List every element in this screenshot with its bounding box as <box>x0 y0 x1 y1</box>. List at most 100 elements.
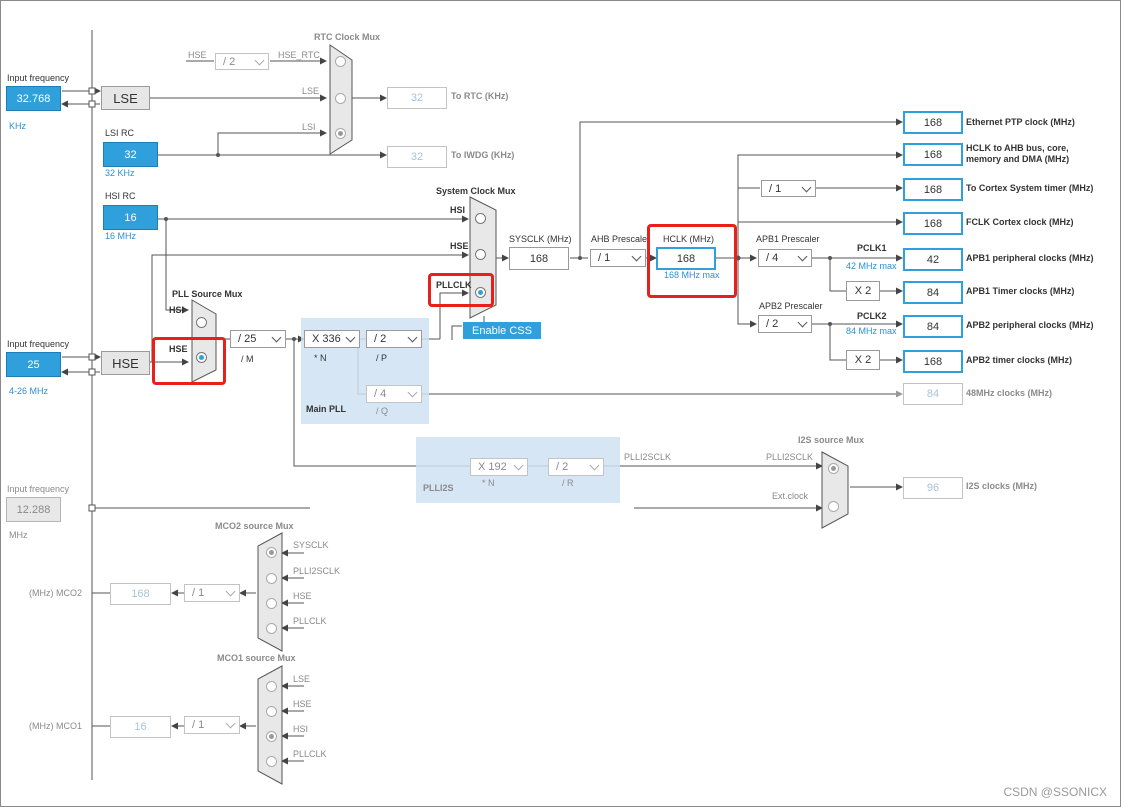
pclk1-label: PCLK1 <box>857 243 887 253</box>
apb1-timer-multiplier: X 2 <box>846 281 880 301</box>
fclk-label: FCLK Cortex clock (MHz) <box>966 217 1074 227</box>
sysclk-label: SYSCLK (MHz) <box>509 234 572 244</box>
apb1-max: 42 MHz max <box>846 261 897 271</box>
sysmux-hse-label: HSE <box>450 241 469 251</box>
rtc-hse-divider-value: / 2 <box>223 55 236 68</box>
apb2-prescaler[interactable]: / 2 <box>758 315 812 333</box>
pll-q-value: / 4 <box>374 388 387 400</box>
rtc-hse-divider[interactable]: / 2 <box>215 53 269 70</box>
mco1-in-hsi: HSI <box>293 724 309 734</box>
mco2-pllclk-radio[interactable] <box>266 623 277 634</box>
mco1-in-lse: LSE <box>293 674 311 684</box>
watermark: CSDN @SSONICX <box>1003 785 1107 799</box>
mco2-hse-radio[interactable] <box>266 598 277 609</box>
hse-input-label: Input frequency <box>7 339 70 349</box>
ext-input-field[interactable]: 12.288 <box>6 497 61 522</box>
ahb-prescaler-label: AHB Prescaler <box>591 234 651 244</box>
fclk-output: 168 <box>903 212 963 235</box>
plli2s-r-divider[interactable]: / 2 <box>548 458 604 476</box>
hsi-value: 16 <box>103 205 158 230</box>
pclk2-label: PCLK2 <box>857 311 887 321</box>
i2s-output: 96 <box>903 477 963 499</box>
mco2-divider[interactable]: / 1 <box>184 584 240 602</box>
hse-oscillator[interactable]: HSE <box>101 351 150 375</box>
mco1-label: (MHz) MCO1 <box>29 721 82 731</box>
enable-css-button[interactable]: Enable CSS <box>463 322 541 339</box>
clock-48mhz-output: 84 <box>903 383 963 405</box>
apb2-prescaler-label: APB2 Prescaler <box>759 301 823 311</box>
mco2-in-plli2sclk: PLLI2SCLK <box>293 566 341 576</box>
hsi-title: HSI RC <box>105 191 136 201</box>
pll-n-multiplier[interactable]: X 336 <box>304 330 360 348</box>
apb1-prescaler[interactable]: / 4 <box>758 249 812 267</box>
rtc-output: 32 <box>387 87 447 109</box>
apb2-timer-output: 168 <box>903 350 963 373</box>
mco1-hse-radio[interactable] <box>266 706 277 717</box>
mco2-plli2sclk-radio[interactable] <box>266 573 277 584</box>
pll-m-divider[interactable]: / 25 <box>230 330 286 348</box>
ext-input-label: Input frequency <box>7 484 70 494</box>
pll-p-value: / 2 <box>374 333 387 345</box>
hse-rtc-label: HSE_RTC <box>278 50 320 60</box>
pll-p-divider[interactable]: / 2 <box>366 330 422 348</box>
mco1-hsi-radio[interactable] <box>266 731 277 742</box>
lsi-value: 32 <box>103 142 158 167</box>
cortex-timer-divider[interactable]: / 1 <box>761 180 816 197</box>
mco2-sysclk-radio[interactable] <box>266 547 277 558</box>
sysmux-hse-radio[interactable] <box>475 249 486 260</box>
mco2-mux-title: MCO2 source Mux <box>215 521 294 531</box>
plli2s-n-value: X 192 <box>478 461 507 473</box>
mco1-pllclk-radio[interactable] <box>266 756 277 767</box>
pllmux-hsi-radio[interactable] <box>196 317 207 328</box>
lse-input-label: Input frequency <box>7 73 70 83</box>
pll-m-label: / M <box>241 354 254 364</box>
pll-hse-highlight <box>152 337 226 385</box>
iwdg-output-label: To IWDG (KHz) <box>451 150 515 160</box>
apb2-peripheral-label: APB2 peripheral clocks (MHz) <box>966 320 1094 330</box>
i2s-output-label: I2S clocks (MHz) <box>966 481 1038 491</box>
mco1-lse-radio[interactable] <box>266 681 277 692</box>
apb2-timer-multiplier: X 2 <box>846 350 880 370</box>
mco2-divider-value: / 1 <box>192 587 205 599</box>
rtc-hse-radio[interactable] <box>335 56 346 67</box>
mco1-in-pllclk: PLLCLK <box>293 749 327 759</box>
plli2s-r-value: / 2 <box>556 461 569 473</box>
hclk-ahb-label: HCLK to AHB bus, core, memory and DMA (M… <box>966 143 1070 164</box>
lse-input-field[interactable]: 32.768 <box>6 86 61 111</box>
hsi-unit: 16 MHz <box>105 231 137 241</box>
sysmux-hsi-label: HSI <box>450 205 466 215</box>
plli2s-r-label: / R <box>562 478 574 488</box>
apb1-prescaler-label: APB1 Prescaler <box>756 234 820 244</box>
ethernet-ptp-label: Ethernet PTP clock (MHz) <box>966 117 1075 127</box>
i2s-plli2sclk-radio[interactable] <box>828 463 839 474</box>
apb2-peripheral-output: 84 <box>903 315 963 338</box>
lse-unit: KHz <box>9 121 27 131</box>
pll-n-label: * N <box>314 353 327 363</box>
pll-m-value: / 25 <box>238 333 257 345</box>
rtc-output-label: To RTC (KHz) <box>451 91 509 101</box>
plli2s-n-multiplier[interactable]: X 192 <box>470 458 528 476</box>
mco2-in-pllclk: PLLCLK <box>293 616 327 626</box>
sysclk-value: 168 <box>509 247 569 270</box>
mco1-mux-title: MCO1 source Mux <box>217 653 296 663</box>
mco2-in-sysclk: SYSCLK <box>293 540 329 550</box>
rtc-hse-label: HSE <box>188 50 207 60</box>
rtc-lse-radio[interactable] <box>335 93 346 104</box>
rtc-lsi-radio[interactable] <box>335 128 346 139</box>
ahb-prescaler-value: / 1 <box>598 252 611 264</box>
cortex-timer-divider-value: / 1 <box>769 182 782 195</box>
hse-input-field[interactable]: 25 <box>6 352 61 377</box>
mco2-output: 168 <box>110 583 171 605</box>
apb2-timer-label: APB2 timer clocks (MHz) <box>966 355 1073 365</box>
mco1-divider[interactable]: / 1 <box>184 716 240 734</box>
pll-q-divider[interactable]: / 4 <box>366 385 422 403</box>
sysmux-title: System Clock Mux <box>436 186 516 196</box>
ahb-prescaler[interactable]: / 1 <box>590 249 646 267</box>
plli2s-n-label: * N <box>482 478 495 488</box>
sysmux-hsi-radio[interactable] <box>475 213 486 224</box>
cortex-timer-label: To Cortex System timer (MHz) <box>966 183 1094 193</box>
lse-oscillator[interactable]: LSE <box>101 86 150 110</box>
rtc-mux-title: RTC Clock Mux <box>314 32 381 42</box>
pllmux-hsi-label: HSI <box>169 305 185 315</box>
i2s-ext-radio[interactable] <box>828 501 839 512</box>
